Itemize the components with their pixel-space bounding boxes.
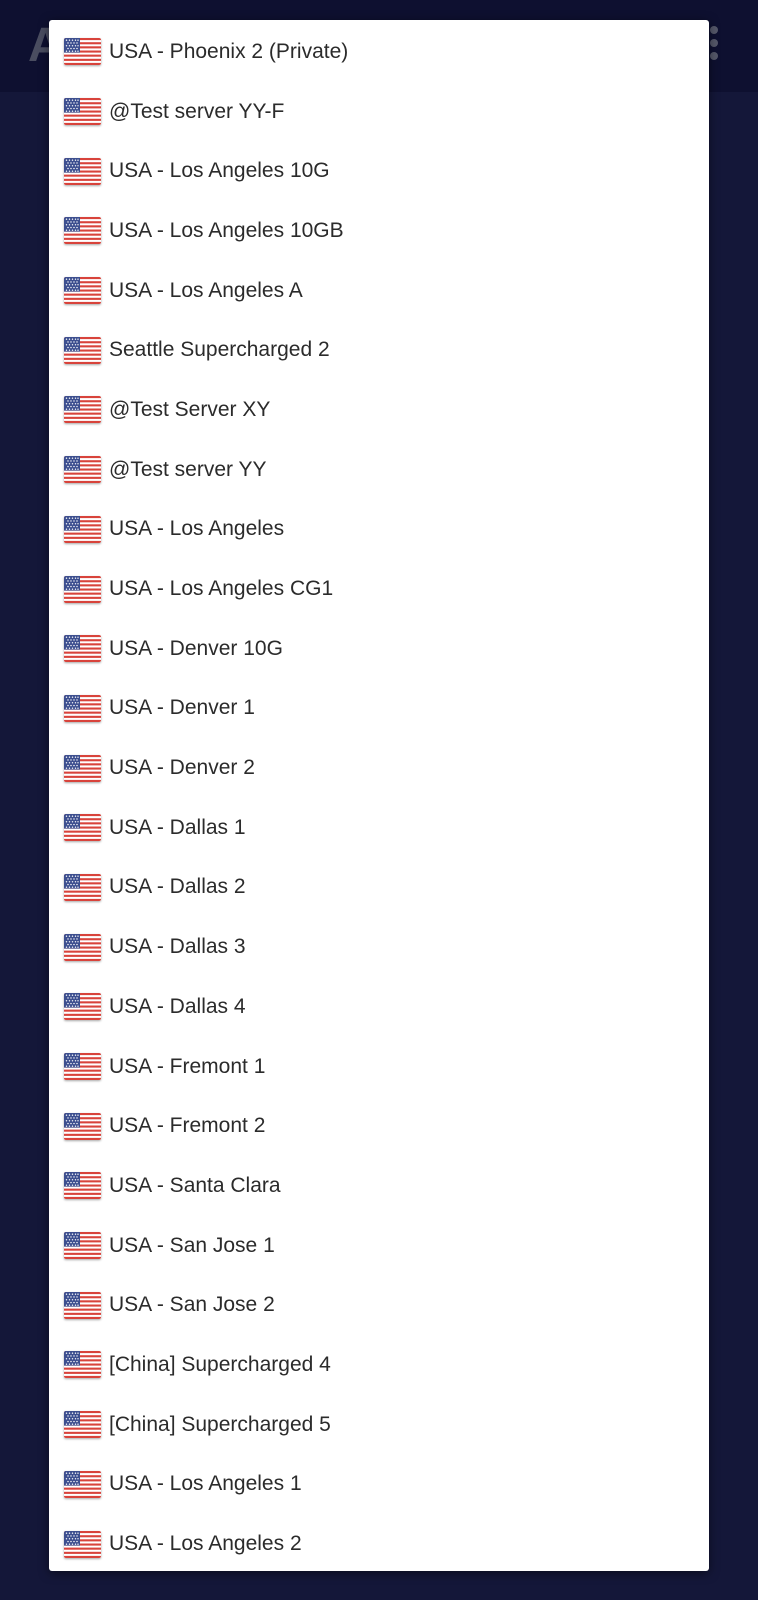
server-list-item[interactable]: @Test server YY xyxy=(49,440,709,500)
server-list-item[interactable]: @Test server YY-F xyxy=(49,82,709,142)
us-flag-icon xyxy=(64,635,101,663)
server-list-item[interactable]: Seattle Supercharged 2 xyxy=(49,320,709,380)
server-label: USA - Denver 2 xyxy=(109,756,255,780)
us-flag-icon xyxy=(64,1470,101,1498)
server-list-item[interactable]: USA - Phoenix 2 (Private) xyxy=(49,22,709,82)
server-label: USA - Dallas 2 xyxy=(109,875,246,899)
server-label: USA - Dallas 4 xyxy=(109,994,246,1018)
server-label: USA - Dallas 3 xyxy=(109,935,246,959)
us-flag-icon xyxy=(64,1053,101,1081)
server-label: [China] Supercharged 4 xyxy=(109,1352,331,1376)
server-label: @Test server YY-F xyxy=(109,99,285,123)
server-list-item[interactable]: USA - Dallas 1 xyxy=(49,798,709,858)
us-flag-icon xyxy=(64,694,101,722)
server-list-item[interactable]: USA - Denver 1 xyxy=(49,679,709,739)
us-flag-icon xyxy=(64,1411,101,1439)
server-list-item[interactable]: USA - Los Angeles CG1 xyxy=(49,559,709,619)
server-list-item[interactable]: USA - Dallas 4 xyxy=(49,977,709,1037)
server-list-item[interactable]: USA - Denver 10G xyxy=(49,619,709,679)
server-list-item[interactable]: USA - Los Angeles 2 xyxy=(49,1514,709,1571)
server-list-item[interactable]: USA - Los Angeles 10GB xyxy=(49,201,709,261)
server-label: USA - Fremont 1 xyxy=(109,1054,266,1078)
us-flag-icon xyxy=(64,1112,101,1140)
us-flag-icon xyxy=(64,1172,101,1200)
us-flag-icon xyxy=(64,38,101,66)
us-flag-icon xyxy=(64,993,101,1021)
us-flag-icon xyxy=(64,1530,101,1558)
server-label: USA - Denver 10G xyxy=(109,636,283,660)
server-select-dialog: USA - Phoenix 2 (Private) @Test server Y… xyxy=(49,20,709,1571)
server-label: USA - Los Angeles 10GB xyxy=(109,218,344,242)
server-label: USA - Los Angeles 2 xyxy=(109,1532,302,1556)
us-flag-icon xyxy=(64,1291,101,1319)
server-label: USA - Dallas 1 xyxy=(109,815,246,839)
server-label: USA - Los Angeles CG1 xyxy=(109,577,334,601)
us-flag-icon xyxy=(64,98,101,126)
us-flag-icon xyxy=(64,396,101,424)
us-flag-icon xyxy=(64,873,101,901)
us-flag-icon xyxy=(64,515,101,543)
server-label: USA - Denver 1 xyxy=(109,696,255,720)
server-list-item[interactable]: USA - Denver 2 xyxy=(49,738,709,798)
server-label: USA - San Jose 1 xyxy=(109,1233,275,1257)
us-flag-icon xyxy=(64,754,101,782)
server-list-item[interactable]: USA - Los Angeles 10G xyxy=(49,141,709,201)
server-label: USA - Los Angeles xyxy=(109,517,285,541)
server-list-item[interactable]: [China] Supercharged 5 xyxy=(49,1395,709,1455)
server-list-item[interactable]: USA - San Jose 2 xyxy=(49,1275,709,1335)
us-flag-icon xyxy=(64,217,101,245)
server-list-item[interactable]: USA - San Jose 1 xyxy=(49,1216,709,1276)
server-label: USA - Santa Clara xyxy=(109,1173,281,1197)
us-flag-icon xyxy=(64,1351,101,1379)
server-list-item[interactable]: USA - Dallas 2 xyxy=(49,858,709,918)
server-label: USA - Los Angeles 10G xyxy=(109,159,330,183)
server-list-item[interactable]: USA - Fremont 1 xyxy=(49,1037,709,1097)
us-flag-icon xyxy=(64,575,101,603)
server-label: USA - Fremont 2 xyxy=(109,1114,266,1138)
us-flag-icon xyxy=(64,814,101,842)
server-list-item[interactable]: @Test Server XY xyxy=(49,380,709,440)
server-list-item[interactable]: USA - Santa Clara xyxy=(49,1156,709,1216)
server-list-item[interactable]: USA - Fremont 2 xyxy=(49,1096,709,1156)
server-label: USA - San Jose 2 xyxy=(109,1293,275,1317)
server-list[interactable]: USA - Phoenix 2 (Private) @Test server Y… xyxy=(49,22,709,1571)
server-label: @Test server YY xyxy=(109,457,267,481)
us-flag-icon xyxy=(64,277,101,305)
server-label: Seattle Supercharged 2 xyxy=(109,338,330,362)
server-list-item[interactable]: USA - Los Angeles 1 xyxy=(49,1455,709,1515)
us-flag-icon xyxy=(64,157,101,185)
us-flag-icon xyxy=(64,336,101,364)
server-list-item[interactable]: USA - Los Angeles A xyxy=(49,261,709,321)
server-list-item[interactable]: USA - Los Angeles xyxy=(49,500,709,560)
us-flag-icon xyxy=(64,456,101,484)
server-list-item[interactable]: USA - Dallas 3 xyxy=(49,917,709,977)
server-list-item[interactable]: [China] Supercharged 4 xyxy=(49,1335,709,1395)
server-label: USA - Los Angeles A xyxy=(109,278,303,302)
server-label: USA - Phoenix 2 (Private) xyxy=(109,39,349,63)
server-label: @Test Server XY xyxy=(109,397,271,421)
server-label: USA - Los Angeles 1 xyxy=(109,1472,302,1496)
us-flag-icon xyxy=(64,933,101,961)
server-label: [China] Supercharged 5 xyxy=(109,1412,331,1436)
us-flag-icon xyxy=(64,1232,101,1260)
